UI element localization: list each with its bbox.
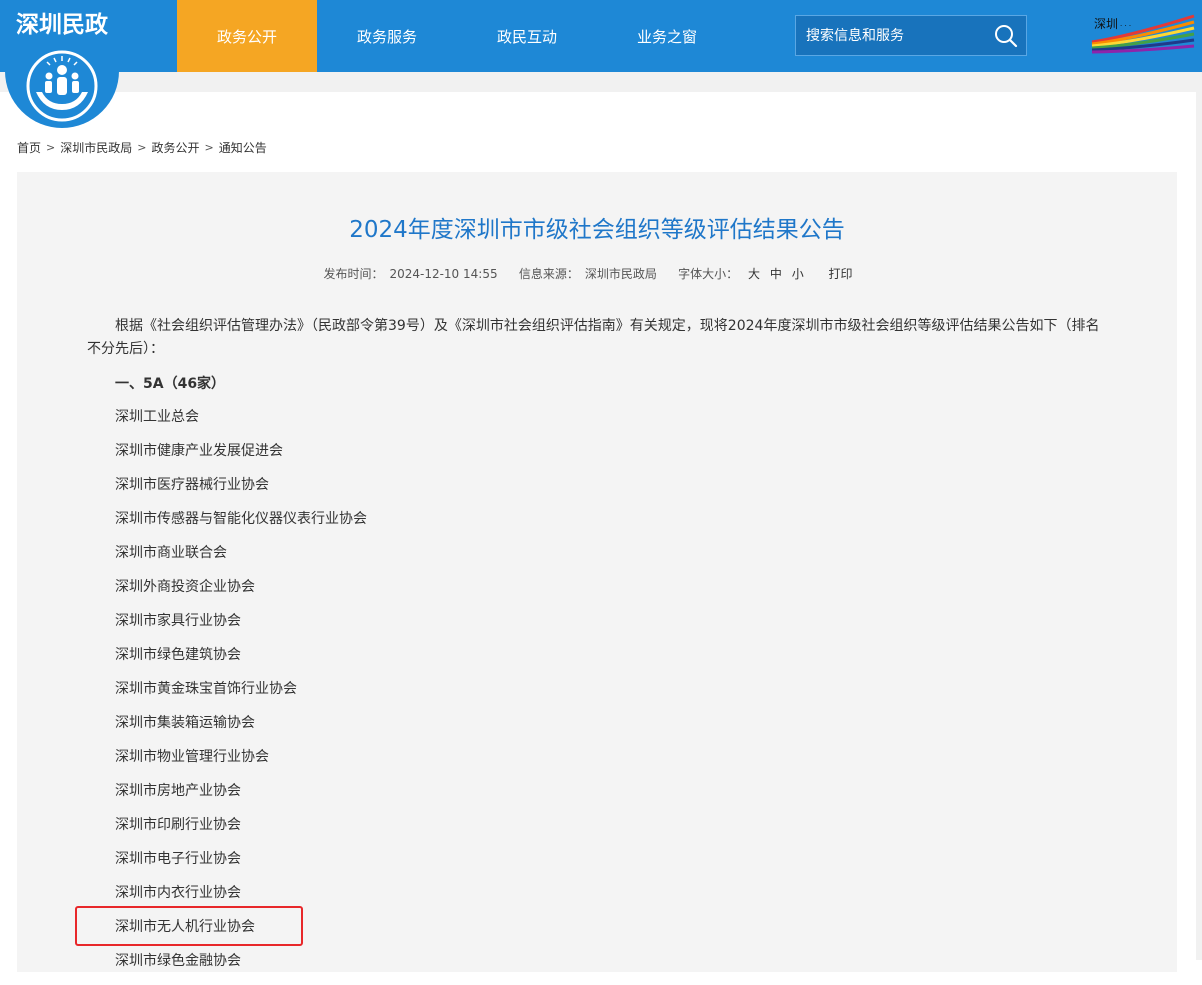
list-item: 深圳市电子行业协会 (115, 851, 241, 867)
section-title-5a: 一、5A（46家） (115, 376, 226, 392)
publish-time-label: 发布时间： (323, 267, 384, 281)
font-size-label: 字体大小： (678, 267, 739, 281)
shenzhen-china-logo-icon: 深圳 · · · (1091, 14, 1195, 54)
list-item: 深圳市传感器与智能化仪器仪表行业协会 (115, 511, 367, 527)
list-item: 深圳市印刷行业协会 (115, 817, 241, 833)
font-size-medium[interactable]: 中 (770, 267, 782, 281)
organization-list: 深圳工业总会 深圳市健康产业发展促进会 深圳市医疗器械行业协会 深圳市传感器与智… (115, 407, 367, 985)
list-item: 深圳市绿色金融协会 (115, 953, 241, 969)
search-box (795, 15, 1027, 56)
list-item: 深圳市黄金珠宝首饰行业协会 (115, 681, 297, 697)
civil-affairs-emblem-icon (26, 50, 98, 122)
list-item: 深圳市商业联合会 (115, 545, 227, 561)
list-item: 深圳市绿色建筑协会 (115, 647, 241, 663)
article-title: 2024年度深圳市市级社会组织等级评估结果公告 (349, 217, 845, 243)
article-intro: 根据《社会组织评估管理办法》（民政部令第39号）及《深圳市社会组织评估指南》有关… (87, 318, 1100, 357)
site-header: 政务公开 政务服务 政民互动 业务之窗 深圳 · · · (0, 0, 1202, 72)
nav-item-government-services[interactable]: 政务服务 (317, 0, 457, 72)
svg-text:深圳: 深圳 (1094, 17, 1118, 31)
highlight-annotation-box (75, 906, 303, 946)
main-nav: 政务公开 政务服务 政民互动 业务之窗 (177, 0, 737, 72)
breadcrumb-home[interactable]: 首页 (17, 139, 41, 156)
breadcrumb: 首页 > 深圳市民政局 > 政务公开 > 通知公告 (17, 139, 267, 156)
list-item: 深圳市健康产业发展促进会 (115, 443, 283, 459)
list-item: 深圳市家具行业协会 (115, 613, 241, 629)
list-item: 深圳市集装箱运输协会 (115, 715, 255, 731)
breadcrumb-separator: > (204, 141, 214, 154)
breadcrumb-government-affairs-open[interactable]: 政务公开 (151, 139, 199, 156)
list-item: 深圳外商投资企业协会 (115, 579, 255, 595)
print-link[interactable]: 打印 (829, 267, 853, 281)
nav-item-government-affairs-open[interactable]: 政务公开 (177, 0, 317, 72)
search-input[interactable] (796, 16, 986, 55)
font-size-large[interactable]: 大 (748, 267, 760, 281)
svg-text:· · ·: · · · (1120, 22, 1131, 30)
breadcrumb-separator: > (46, 141, 56, 154)
source-value: 深圳市民政局 (584, 267, 657, 281)
nav-item-public-interaction[interactable]: 政民互动 (457, 0, 597, 72)
font-size-small[interactable]: 小 (792, 267, 804, 281)
right-margin-band (1196, 92, 1202, 960)
breadcrumb-civil-affairs-bureau[interactable]: 深圳市民政局 (60, 139, 132, 156)
site-logo-text: 深圳民政 (16, 11, 108, 38)
list-item: 深圳工业总会 (115, 409, 199, 425)
header-divider-band (0, 72, 1202, 92)
shenzhen-china-logo[interactable]: 深圳 · · · (1090, 12, 1196, 58)
list-item: 深圳市房地产业协会 (115, 783, 241, 799)
article-meta: 发布时间： 2024-12-10 14:55 信息来源： 深圳市民政局 字体大小： … (0, 265, 1176, 282)
breadcrumb-notices[interactable]: 通知公告 (219, 139, 267, 156)
source-label: 信息来源： (518, 267, 579, 281)
list-item: 深圳市物业管理行业协会 (115, 749, 269, 765)
publish-time: 2024-12-10 14:55 (389, 267, 498, 281)
nav-item-business-window[interactable]: 业务之窗 (597, 0, 737, 72)
search-icon (995, 24, 1018, 47)
search-button[interactable] (986, 16, 1026, 55)
breadcrumb-separator: > (137, 141, 147, 154)
site-logo[interactable]: 深圳民政 (5, 0, 119, 128)
list-item: 深圳市医疗器械行业协会 (115, 477, 269, 493)
